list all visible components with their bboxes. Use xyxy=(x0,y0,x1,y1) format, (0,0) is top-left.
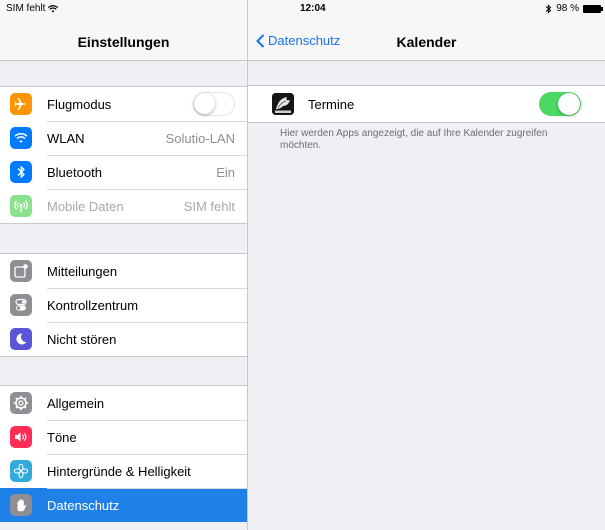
sidebar-item-toene[interactable]: Töne xyxy=(0,420,247,454)
mobile-data-status-value: SIM fehlt xyxy=(183,198,235,214)
sidebar-item-mobile-daten[interactable]: Mobile Daten SIM fehlt xyxy=(0,189,247,223)
speaker-icon xyxy=(10,426,32,448)
carrier-label: SIM fehlt xyxy=(6,3,46,14)
flower-icon xyxy=(10,460,32,482)
antenna-icon xyxy=(10,195,32,217)
sidebar-item-wlan[interactable]: WLAN Solutio-LAN xyxy=(0,121,247,155)
sidebar-item-label: Allgemein xyxy=(47,395,105,411)
status-bar: SIM fehlt 12:04 98 % xyxy=(0,0,605,20)
bluetooth-icon xyxy=(10,161,32,183)
sidebar-item-mitteilungen[interactable]: Mitteilungen xyxy=(0,254,247,288)
bluetooth-status-icon xyxy=(545,3,552,14)
termine-calendar-access-toggle[interactable] xyxy=(539,92,581,116)
sidebar-item-label: Nicht stören xyxy=(47,331,117,347)
settings-group-general: Allgemein Töne Hintergründe & Helligkeit… xyxy=(0,385,247,522)
termine-app-icon xyxy=(272,93,294,115)
battery-percent: 98 % xyxy=(556,3,579,14)
sidebar-item-label: Datenschutz xyxy=(47,497,120,513)
settings-group-notifications: Mitteilungen Kontrollzentrum Nicht störe… xyxy=(0,253,247,357)
sidebar-item-hintergruende[interactable]: Hintergründe & Helligkeit xyxy=(0,454,247,488)
sidebar-item-allgemein[interactable]: Allgemein xyxy=(0,386,247,420)
sidebar-item-nicht-stoeren[interactable]: Nicht stören xyxy=(0,322,247,356)
sidebar-title: Einstellungen xyxy=(77,34,170,50)
settings-group-connectivity: Flugmodus WLAN Solutio-LAN Bluetooth Ein… xyxy=(0,86,247,224)
sidebar-item-label: Mobile Daten xyxy=(47,198,124,214)
wlan-network-value: Solutio-LAN xyxy=(165,130,235,146)
notifications-icon xyxy=(10,260,32,282)
sidebar-item-label: Mitteilungen xyxy=(47,263,118,279)
control-center-icon xyxy=(10,294,32,316)
section-footer-note: Hier werden Apps angezeigt, die auf Ihre… xyxy=(280,128,548,151)
settings-sidebar: Einstellungen Flugmodus WLAN Solutio-LAN… xyxy=(0,0,248,530)
sidebar-item-label: WLAN xyxy=(47,130,85,146)
sidebar-item-bluetooth[interactable]: Bluetooth Ein xyxy=(0,155,247,189)
sidebar-item-label: Hintergründe & Helligkeit xyxy=(47,463,191,479)
hand-icon xyxy=(10,494,32,516)
wifi-icon xyxy=(10,127,32,149)
sidebar-item-kontrollzentrum[interactable]: Kontrollzentrum xyxy=(0,288,247,322)
app-permission-row: Termine xyxy=(248,85,605,123)
app-name-label: Termine xyxy=(308,96,355,112)
sidebar-item-datenschutz[interactable]: Datenschutz xyxy=(0,488,247,522)
detail-title: Kalender xyxy=(396,34,457,50)
airplane-icon xyxy=(10,93,32,115)
sidebar-item-label: Bluetooth xyxy=(47,164,102,180)
sidebar-item-flugmodus[interactable]: Flugmodus xyxy=(0,87,247,121)
sidebar-item-label: Kontrollzentrum xyxy=(47,297,139,313)
battery-icon xyxy=(583,4,603,13)
moon-icon xyxy=(10,328,32,350)
gear-icon xyxy=(10,392,32,414)
flugmodus-toggle[interactable] xyxy=(193,92,235,116)
bluetooth-status-value: Ein xyxy=(216,164,235,180)
wifi-signal-icon xyxy=(48,4,59,12)
clock: 12:04 xyxy=(300,3,326,14)
sidebar-item-label: Flugmodus xyxy=(47,96,112,112)
sidebar-item-label: Töne xyxy=(47,429,77,445)
